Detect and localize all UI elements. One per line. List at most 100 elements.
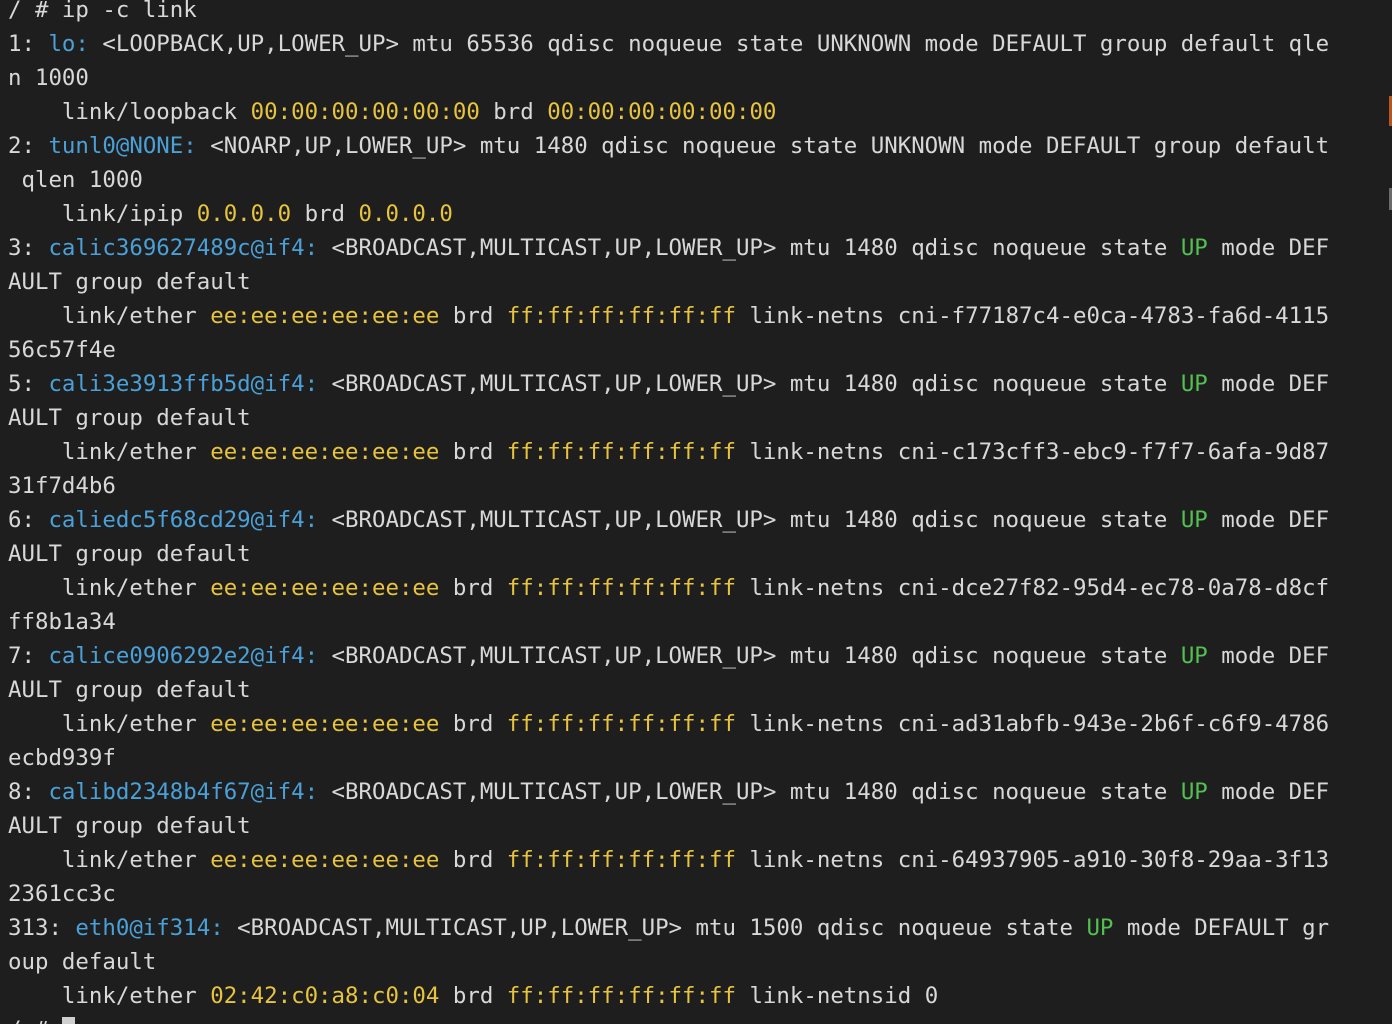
output-text: <BROADCAST,MULTICAST,UP,LOWER_UP> mtu 14… xyxy=(318,643,1181,669)
mac-address: ff:ff:ff:ff:ff:ff xyxy=(506,439,736,465)
output-text: brd xyxy=(439,711,507,737)
shell-prompt: / # xyxy=(8,1017,62,1024)
output-text: brd xyxy=(439,847,507,873)
mac-address: ff:ff:ff:ff:ff:ff xyxy=(506,711,736,737)
terminal-line: 31f7d4b6 xyxy=(8,469,1384,503)
terminal-line: 1: lo: <LOOPBACK,UP,LOWER_UP> mtu 65536 … xyxy=(8,27,1384,61)
terminal-line: 6: caliedc5f68cd29@if4: <BROADCAST,MULTI… xyxy=(8,503,1384,537)
mac-address: ee:ee:ee:ee:ee:ee xyxy=(210,439,440,465)
terminal-line: 2361cc3c xyxy=(8,877,1384,911)
terminal-line: AULT group default xyxy=(8,265,1384,299)
prompt-line[interactable]: / # xyxy=(8,1013,1384,1024)
output-text: link-netns cni-ad31abfb-943e-2b6f-c6f9-4… xyxy=(735,711,1330,737)
interface-name: caliedc5f68cd29@if4: xyxy=(48,507,319,533)
terminal-line: link/ether ee:ee:ee:ee:ee:ee brd ff:ff:f… xyxy=(8,299,1384,333)
output-text: <BROADCAST,MULTICAST,UP,LOWER_UP> mtu 14… xyxy=(318,779,1181,805)
output-text: mode DEFAULT gr xyxy=(1113,915,1330,941)
terminal-window[interactable]: / # ip -c link 1: lo: <LOOPBACK,UP,LOWER_… xyxy=(0,0,1392,1024)
output-text: 3: xyxy=(8,235,49,261)
terminal-output: / # ip -c link 1: lo: <LOOPBACK,UP,LOWER_… xyxy=(8,0,1384,1024)
output-text: AULT group default xyxy=(8,677,251,703)
terminal-line: oup default xyxy=(8,945,1384,979)
output-text: <NOARP,UP,LOWER_UP> mtu 1480 qdisc noque… xyxy=(196,133,1330,159)
mac-address: 0.0.0.0 xyxy=(196,201,292,227)
output-text: <LOOPBACK,UP,LOWER_UP> mtu 65536 qdisc n… xyxy=(88,31,1330,57)
mac-address: ee:ee:ee:ee:ee:ee xyxy=(210,303,440,329)
output-text: link/ether xyxy=(8,303,211,329)
terminal-line: 313: eth0@if314: <BROADCAST,MULTICAST,UP… xyxy=(8,911,1384,945)
output-text: link-netns cni-64937905-a910-30f8-29aa-3… xyxy=(735,847,1330,873)
mac-address: ff:ff:ff:ff:ff:ff xyxy=(506,983,736,1009)
mac-address: ee:ee:ee:ee:ee:ee xyxy=(210,575,440,601)
output-text: link-netns cni-c173cff3-ebc9-f7f7-6afa-9… xyxy=(735,439,1330,465)
output-text: ff8b1a34 xyxy=(8,609,116,635)
output-text: n 1000 xyxy=(8,65,89,91)
output-text: brd xyxy=(439,439,507,465)
terminal-line: link/ether ee:ee:ee:ee:ee:ee brd ff:ff:f… xyxy=(8,571,1384,605)
output-text: brd xyxy=(439,983,507,1009)
terminal-line: link/loopback 00:00:00:00:00:00 brd 00:0… xyxy=(8,95,1384,129)
terminal-line: link/ether ee:ee:ee:ee:ee:ee brd ff:ff:f… xyxy=(8,707,1384,741)
text-cursor xyxy=(61,1017,75,1024)
terminal-line: 2: tunl0@NONE: <NOARP,UP,LOWER_UP> mtu 1… xyxy=(8,129,1384,163)
terminal-line: 56c57f4e xyxy=(8,333,1384,367)
output-text: AULT group default xyxy=(8,405,251,431)
interface-name: lo: xyxy=(48,31,89,57)
output-text: 31f7d4b6 xyxy=(8,473,116,499)
state-up-label: UP xyxy=(1180,235,1208,261)
output-text: mode DEF xyxy=(1207,643,1330,669)
interface-name: eth0@if314: xyxy=(75,915,224,941)
output-text: 8: xyxy=(8,779,49,805)
state-up-label: UP xyxy=(1180,643,1208,669)
terminal-line: qlen 1000 xyxy=(8,163,1384,197)
output-text: brd xyxy=(479,99,548,125)
output-text: 5: xyxy=(8,371,49,397)
mac-address: 02:42:c0:a8:c0:04 xyxy=(210,983,440,1009)
terminal-line: AULT group default xyxy=(8,537,1384,571)
output-text: brd xyxy=(291,201,359,227)
interface-name: cali3e3913ffb5d@if4: xyxy=(48,371,319,397)
terminal-line: AULT group default xyxy=(8,809,1384,843)
output-text: mode DEF xyxy=(1207,507,1330,533)
output-text: AULT group default xyxy=(8,269,251,295)
mac-address: ff:ff:ff:ff:ff:ff xyxy=(506,847,736,873)
output-text: <BROADCAST,MULTICAST,UP,LOWER_UP> mtu 14… xyxy=(318,507,1181,533)
terminal-line: link/ether ee:ee:ee:ee:ee:ee brd ff:ff:f… xyxy=(8,843,1384,877)
state-up-label: UP xyxy=(1086,915,1114,941)
output-text: <BROADCAST,MULTICAST,UP,LOWER_UP> mtu 14… xyxy=(318,371,1181,397)
terminal-line: ff8b1a34 xyxy=(8,605,1384,639)
mac-address: 00:00:00:00:00:00 xyxy=(250,99,480,125)
interface-name: calice0906292e2@if4: xyxy=(48,643,319,669)
terminal-line: 3: calic369627489c@if4: <BROADCAST,MULTI… xyxy=(8,231,1384,265)
output-text: <BROADCAST,MULTICAST,UP,LOWER_UP> mtu 14… xyxy=(318,235,1181,261)
mac-address: 0.0.0.0 xyxy=(358,201,453,227)
output-text: AULT group default xyxy=(8,541,251,567)
output-text: 1: xyxy=(8,31,49,57)
output-text: / # ip -c link xyxy=(8,0,197,23)
terminal-line: ecbd939f xyxy=(8,741,1384,775)
output-text: link-netnsid 0 xyxy=(735,983,939,1009)
output-text: 6: xyxy=(8,507,49,533)
output-text: link/ipip xyxy=(8,201,197,227)
terminal-line: 5: cali3e3913ffb5d@if4: <BROADCAST,MULTI… xyxy=(8,367,1384,401)
output-text: ecbd939f xyxy=(8,745,116,771)
terminal-line: link/ipip 0.0.0.0 brd 0.0.0.0 xyxy=(8,197,1384,231)
output-text: brd xyxy=(439,303,507,329)
state-up-label: UP xyxy=(1180,779,1208,805)
state-up-label: UP xyxy=(1180,507,1208,533)
output-text: AULT group default xyxy=(8,813,251,839)
output-text: oup default xyxy=(8,949,157,975)
interface-name: tunl0@NONE: xyxy=(48,133,197,159)
mac-address: ff:ff:ff:ff:ff:ff xyxy=(506,303,736,329)
mac-address: 00:00:00:00:00:00 xyxy=(547,99,777,125)
output-text: link/ether xyxy=(8,439,211,465)
output-text: mode DEF xyxy=(1207,371,1330,397)
output-text: 56c57f4e xyxy=(8,337,116,363)
output-text: link/loopback xyxy=(8,99,251,125)
terminal-line: AULT group default xyxy=(8,673,1384,707)
terminal-line: link/ether ee:ee:ee:ee:ee:ee brd ff:ff:f… xyxy=(8,435,1384,469)
terminal-line: / # ip -c link xyxy=(8,0,1384,27)
terminal-line: 8: calibd2348b4f67@if4: <BROADCAST,MULTI… xyxy=(8,775,1384,809)
output-text: link-netns cni-dce27f82-95d4-ec78-0a78-d… xyxy=(735,575,1330,601)
interface-name: calibd2348b4f67@if4: xyxy=(48,779,319,805)
